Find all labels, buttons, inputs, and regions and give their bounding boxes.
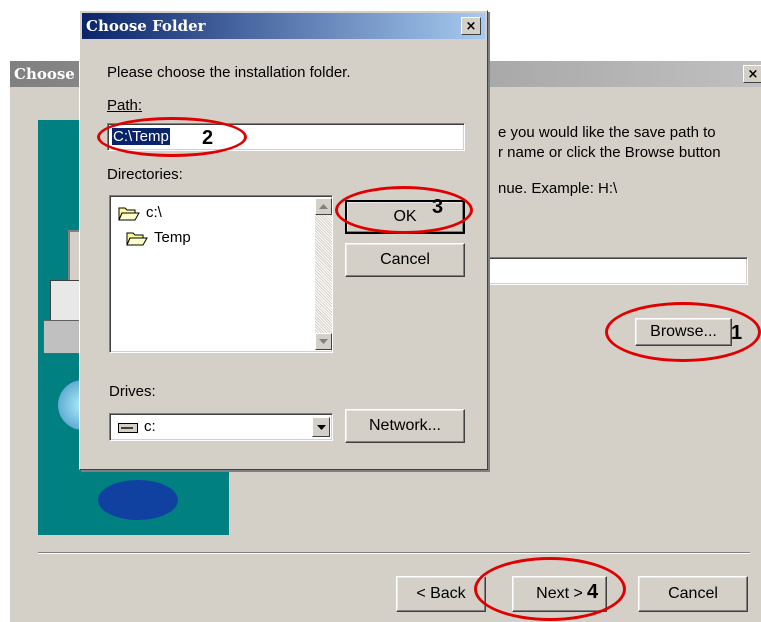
save-path-input[interactable] (488, 257, 748, 285)
scroll-up-button[interactable] (315, 198, 332, 215)
annotation-step-1: 1 (731, 322, 743, 344)
open-folder-icon (126, 232, 148, 245)
path-input-value: C:\Temp (112, 128, 170, 145)
drives-select[interactable]: c: (109, 413, 333, 441)
separator (38, 552, 750, 554)
back-button-label: < Back (416, 585, 466, 602)
close-icon: × (465, 18, 477, 34)
choose-folder-dialog: Choose Folder × Please choose the instal… (79, 10, 488, 470)
directory-item[interactable]: c:\ (118, 204, 162, 221)
open-folder-icon (118, 207, 140, 220)
drive-icon (118, 423, 138, 433)
next-button-label: Next > (536, 585, 583, 602)
directory-item-label: Temp (154, 229, 191, 246)
background-dialog-title: Choose (14, 65, 75, 83)
path-label: Path: (107, 97, 143, 114)
browse-button-label: Browse... (650, 323, 717, 340)
folder-cancel-label: Cancel (380, 251, 430, 268)
drives-dropdown-button[interactable] (312, 417, 330, 437)
choose-folder-title: Choose Folder (86, 17, 206, 35)
directories-label: Directories: (107, 166, 183, 183)
description-line: e you would like the save path to (498, 124, 716, 141)
directory-list[interactable]: c:\ Temp (109, 195, 333, 353)
background-cancel-button[interactable]: Cancel (638, 576, 748, 612)
network-button[interactable]: Network... (345, 409, 465, 443)
choose-folder-titlebar: Choose Folder (82, 13, 485, 39)
scroll-down-button[interactable] (315, 333, 332, 350)
description-text: e you would like the save path to r name… (498, 123, 758, 199)
annotation-step-2: 2 (202, 127, 214, 149)
browse-button[interactable]: Browse... (635, 318, 732, 346)
annotation-step-4: 4 (587, 581, 599, 603)
folder-cancel-button[interactable]: Cancel (345, 243, 465, 277)
back-button[interactable]: < Back (396, 576, 486, 612)
arrow-up-icon (319, 204, 328, 209)
background-cancel-label: Cancel (668, 585, 718, 602)
description-line: r name or click the Browse button (498, 144, 721, 161)
disc-graphic-2 (98, 480, 178, 520)
background-close-button[interactable]: × (743, 65, 761, 83)
arrow-down-icon (319, 339, 328, 344)
close-icon: × (747, 66, 759, 82)
chevron-down-icon (316, 424, 326, 430)
directory-item-label: c:\ (146, 204, 162, 221)
choose-folder-close-button[interactable]: × (461, 17, 481, 35)
directory-item[interactable]: Temp (126, 229, 191, 246)
description-line: nue. Example: H:\ (498, 180, 618, 197)
ok-button-label: OK (393, 208, 417, 225)
drive-value: c: (144, 418, 156, 435)
drives-label: Drives: (109, 383, 156, 400)
instruction-text: Please choose the installation folder. (107, 64, 351, 81)
directory-scrollbar[interactable] (315, 198, 332, 350)
ok-button[interactable]: OK (345, 200, 465, 234)
path-input[interactable]: C:\Temp (107, 123, 465, 151)
annotation-step-3: 3 (432, 196, 444, 218)
network-button-label: Network... (368, 417, 441, 434)
